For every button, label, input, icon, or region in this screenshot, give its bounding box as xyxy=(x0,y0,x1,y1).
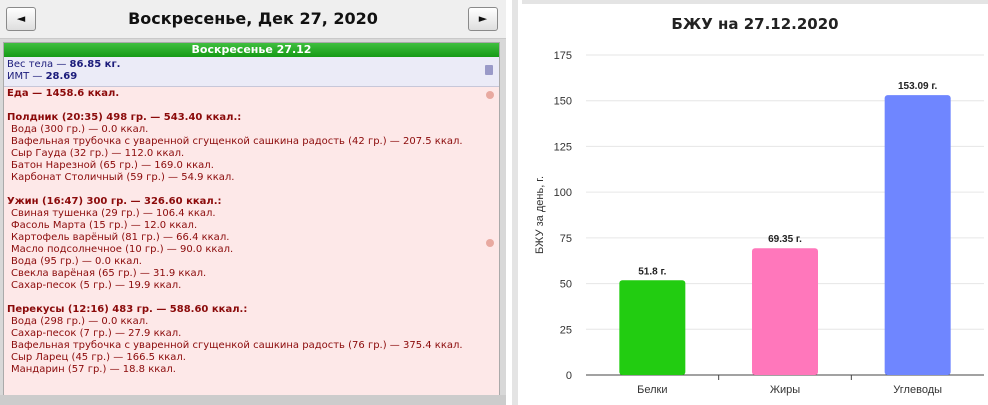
y-tick-label: 25 xyxy=(560,324,572,336)
y-tick-label: 50 xyxy=(560,279,572,291)
meal-dinner[interactable]: Ужин (16:47) 300 гр. — 326.60 ккал.: Сви… xyxy=(7,196,496,292)
y-tick-label: 125 xyxy=(554,141,572,153)
y-tick-label: 100 xyxy=(554,187,572,199)
food-item[interactable]: Сахар-песок (5 гр.) — 19.9 ккал. xyxy=(7,280,496,292)
date-title: Воскресенье, Дек 27, 2020 xyxy=(128,9,378,28)
macros-chart-panel: БЖУ на 27.12.2020 0 25 50 75 100 125 150 175 БЖУ… xyxy=(522,0,988,405)
date-navigation-header: ◄ Воскресенье, Дек 27, 2020 ► xyxy=(0,0,506,39)
bmi-value: 28.69 xyxy=(45,71,78,82)
food-item[interactable]: Масло подсолнечное (10 гр.) — 90.0 ккал. xyxy=(7,244,496,256)
food-item[interactable]: Мандарин (57 гр.) — 18.8 ккал. xyxy=(7,364,496,376)
bmi-label: ИМТ — xyxy=(7,71,46,82)
y-tick-label: 0 xyxy=(566,370,572,382)
meal-title: Полдник (20:35) 498 гр. — 543.40 ккал.: xyxy=(7,112,242,123)
y-tick-label: 150 xyxy=(554,96,572,108)
meal-title: Ужин (16:47) 300 гр. — 326.60 ккал.: xyxy=(7,196,222,207)
y-tick-label: 75 xyxy=(560,233,572,245)
food-item[interactable]: Фасоль Марта (15 гр.) — 12.0 ккал. xyxy=(7,220,496,232)
food-item[interactable]: Вафельная трубочка с уваренной сгущенкой… xyxy=(7,136,496,148)
food-item[interactable]: Вода (300 гр.) — 0.0 ккал. xyxy=(7,124,496,136)
food-log: Еда — 1458.6 ккал. Полдник (20:35) 498 г… xyxy=(4,87,499,377)
day-entries-panel: Воскресенье 27.12 Вес тела — 86.85 кг. И… xyxy=(3,42,500,396)
comment-icon[interactable] xyxy=(486,91,494,99)
body-weight-value: 86.85 кг. xyxy=(69,59,121,70)
food-item[interactable]: Батон Нарезной (65 гр.) — 169.0 ккал. xyxy=(7,160,496,172)
bmi-line: ИМТ — 28.69 xyxy=(7,71,499,83)
food-item[interactable]: Вафельная трубочка с уваренной сгущенкой… xyxy=(7,340,496,352)
bar-Белки[interactable] xyxy=(619,280,686,375)
day-diary-panel: ◄ Воскресенье, Дек 27, 2020 ► Воскресень… xyxy=(0,0,506,405)
bar-Жиры[interactable] xyxy=(752,248,818,375)
trash-icon[interactable] xyxy=(485,65,493,75)
food-item[interactable]: Карбонат Столичный (59 гр.) — 54.9 ккал. xyxy=(7,172,496,184)
bar-value-label: 69.35 г. xyxy=(768,234,802,245)
food-item[interactable]: Сыр Ларец (45 гр.) — 166.5 ккал. xyxy=(7,352,496,364)
body-weight-line: Вес тела — 86.85 кг. xyxy=(7,59,499,71)
bar-value-label: 51.8 г. xyxy=(638,266,666,277)
bar-value-label: 153.09 г. xyxy=(898,81,938,92)
horizontal-scrollbar[interactable] xyxy=(0,395,506,405)
body-measurements[interactable]: Вес тела — 86.85 кг. ИМТ — 28.69 xyxy=(4,57,499,87)
body-weight-label: Вес тела — xyxy=(7,59,70,70)
x-tick-label: Белки xyxy=(637,384,667,396)
food-item[interactable]: Сыр Гауда (32 гр.) — 112.0 ккал. xyxy=(7,148,496,160)
food-item[interactable]: Вода (95 гр.) — 0.0 ккал. xyxy=(7,256,496,268)
x-tick-label: Жиры xyxy=(770,384,800,396)
y-axis-label: БЖУ за день, г. xyxy=(534,176,546,254)
previous-day-button[interactable]: ◄ xyxy=(6,7,36,31)
bar-Углеводы[interactable] xyxy=(884,95,951,376)
x-tick-label: Углеводы xyxy=(893,384,942,396)
food-item[interactable]: Свиная тушенка (29 гр.) — 106.4 ккал. xyxy=(7,208,496,220)
macros-bar-chart: 0 25 50 75 100 125 150 175 БЖУ за день, г. 51.8 г… xyxy=(534,50,984,396)
food-total: Еда — 1458.6 ккал. xyxy=(7,88,120,99)
meal-snack[interactable]: Полдник (20:35) 498 гр. — 543.40 ккал.: … xyxy=(7,112,496,184)
comment-icon[interactable] xyxy=(486,239,494,247)
food-item[interactable]: Сахар-песок (7 гр.) — 27.9 ккал. xyxy=(7,328,496,340)
food-item[interactable]: Свекла варёная (65 гр.) — 31.9 ккал. xyxy=(7,268,496,280)
meal-title: Перекусы (12:16) 483 гр. — 588.60 ккал.: xyxy=(7,304,248,315)
food-item[interactable]: Картофель варёный (81 гр.) — 66.4 ккал. xyxy=(7,232,496,244)
panel-divider[interactable] xyxy=(512,0,518,405)
y-tick-label: 175 xyxy=(554,50,572,62)
food-item[interactable]: Вода (298 гр.) — 0.0 ккал. xyxy=(7,316,496,328)
meal-snacks[interactable]: Перекусы (12:16) 483 гр. — 588.60 ккал.:… xyxy=(7,304,496,376)
day-bar: Воскресенье 27.12 xyxy=(4,43,499,57)
next-day-button[interactable]: ► xyxy=(468,7,498,31)
